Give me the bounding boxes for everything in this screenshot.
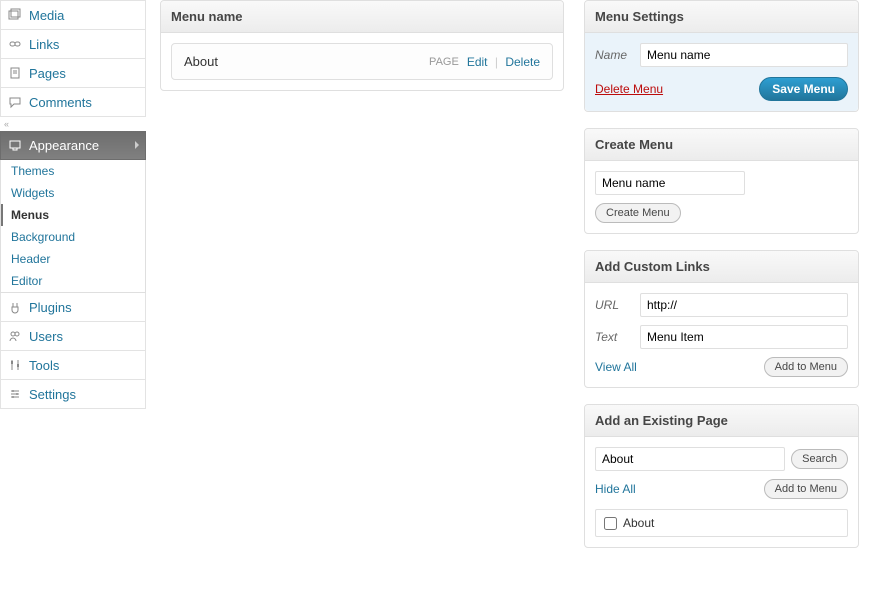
page-search-input[interactable] [595, 447, 785, 471]
sidebar-item-tools[interactable]: Tools [0, 351, 146, 380]
panel-title: Add Custom Links [585, 251, 858, 283]
add-custom-button[interactable]: Add to Menu [764, 357, 848, 377]
panel-title: Menu Settings [585, 1, 858, 33]
sidebar-item-media[interactable]: Media [0, 0, 146, 30]
existing-page-panel: Add an Existing Page Search Hide All Add… [584, 404, 859, 548]
sidebar-item-comments[interactable]: Comments [0, 88, 146, 117]
panel-title: Create Menu [585, 129, 858, 161]
url-label: URL [595, 298, 640, 312]
panel-title: Add an Existing Page [585, 405, 858, 437]
sidebar-item-label: Plugins [29, 300, 72, 315]
pages-icon [7, 65, 23, 81]
create-menu-input[interactable] [595, 171, 745, 195]
page-result-label: About [623, 516, 654, 530]
link-text-input[interactable] [640, 325, 848, 349]
menu-settings-panel: Menu Settings Name Delete Menu Save Menu [584, 0, 859, 112]
chevron-right-icon [135, 141, 139, 149]
sidebar-item-label: Settings [29, 387, 76, 402]
sidebar-item-label: Media [29, 8, 64, 23]
sidebar-item-appearance[interactable]: Appearance [0, 131, 146, 160]
view-all-link[interactable]: View All [595, 360, 637, 374]
comments-icon [7, 94, 23, 110]
sidebar-item-pages[interactable]: Pages [0, 59, 146, 88]
admin-sidebar: Media Links Pages Comments « Appearance … [0, 0, 146, 564]
sidebar-item-label: Appearance [29, 138, 99, 153]
appearance-icon [7, 137, 23, 153]
text-label: Text [595, 330, 640, 344]
menu-item-title: About [184, 54, 218, 69]
panel-title: Menu name [161, 1, 563, 33]
menu-item-actions: Edit | Delete [467, 55, 540, 69]
menu-item-type: PAGE [429, 56, 459, 68]
page-result-row: About [595, 509, 848, 537]
tools-icon [7, 357, 23, 373]
sidebar-item-settings[interactable]: Settings [0, 380, 146, 409]
submenu-editor[interactable]: Editor [1, 270, 145, 292]
users-icon [7, 328, 23, 344]
collapse-handle[interactable]: « [0, 117, 146, 131]
sidebar-item-users[interactable]: Users [0, 322, 146, 351]
sidebar-item-label: Tools [29, 358, 59, 373]
url-input[interactable] [640, 293, 848, 317]
delete-link[interactable]: Delete [505, 55, 540, 69]
create-menu-panel: Create Menu Create Menu [584, 128, 859, 234]
media-icon [7, 7, 23, 23]
menu-name-input[interactable] [640, 43, 848, 67]
sidebar-item-label: Comments [29, 95, 92, 110]
plugins-icon [7, 299, 23, 315]
create-menu-button[interactable]: Create Menu [595, 203, 681, 223]
custom-links-panel: Add Custom Links URL Text View All Add t… [584, 250, 859, 388]
settings-icon [7, 386, 23, 402]
edit-link[interactable]: Edit [467, 55, 488, 69]
sidebar-item-plugins[interactable]: Plugins [0, 293, 146, 322]
sidebar-item-label: Links [29, 37, 59, 52]
add-page-button[interactable]: Add to Menu [764, 479, 848, 499]
page-checkbox[interactable] [604, 517, 617, 530]
appearance-submenu: Themes Widgets Menus Background Header E… [0, 160, 146, 293]
submenu-themes[interactable]: Themes [1, 160, 145, 182]
menu-items-panel: Menu name About PAGE Edit | Delete [160, 0, 564, 91]
submenu-header[interactable]: Header [1, 248, 145, 270]
hide-all-link[interactable]: Hide All [595, 482, 636, 496]
submenu-background[interactable]: Background [1, 226, 145, 248]
links-icon [7, 36, 23, 52]
name-label: Name [595, 48, 640, 62]
sidebar-item-label: Pages [29, 66, 66, 81]
menu-item-row[interactable]: About PAGE Edit | Delete [171, 43, 553, 80]
submenu-widgets[interactable]: Widgets [1, 182, 145, 204]
save-menu-button[interactable]: Save Menu [759, 77, 848, 101]
search-button[interactable]: Search [791, 449, 848, 469]
sidebar-item-label: Users [29, 329, 63, 344]
delete-menu-link[interactable]: Delete Menu [595, 82, 663, 96]
submenu-menus[interactable]: Menus [1, 204, 145, 226]
sidebar-item-links[interactable]: Links [0, 30, 146, 59]
